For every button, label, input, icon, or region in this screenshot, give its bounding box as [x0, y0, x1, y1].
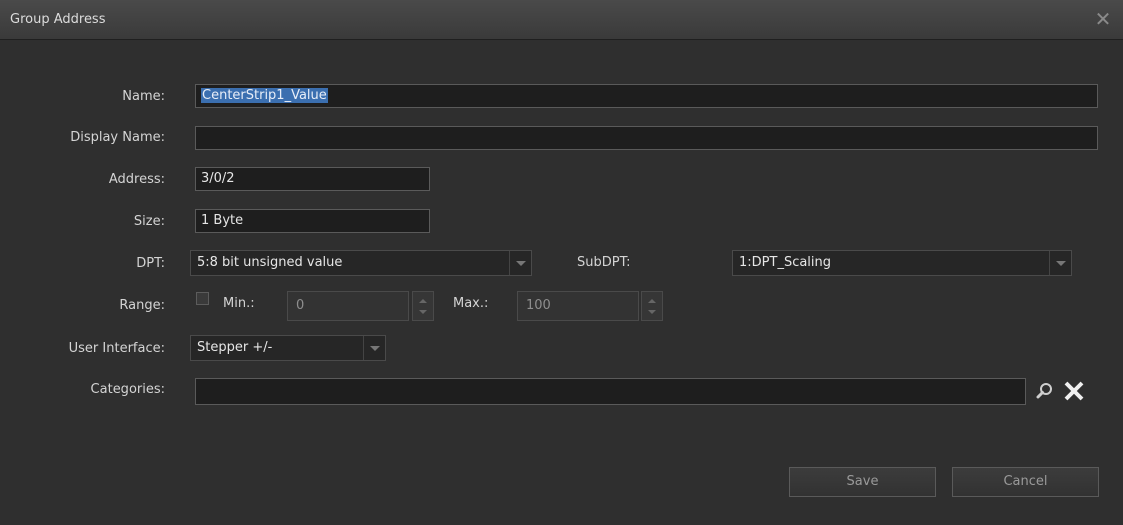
- name-field[interactable]: CenterStrip1_Value: [195, 84, 1098, 108]
- stepper-up-icon[interactable]: [648, 299, 656, 303]
- user-interface-select[interactable]: Stepper +/-: [190, 335, 386, 361]
- subdpt-select[interactable]: 1:DPT_Scaling: [732, 250, 1072, 276]
- categories-field[interactable]: [195, 378, 1026, 405]
- subdpt-label: SubDPT:: [577, 255, 631, 270]
- min-label: Min.:: [223, 296, 255, 311]
- dpt-select[interactable]: 5:8 bit unsigned value: [190, 250, 532, 276]
- dpt-label: DPT:: [136, 256, 165, 271]
- title-bar: Group Address ✕: [0, 0, 1123, 40]
- dpt-value: 5:8 bit unsigned value: [197, 255, 343, 270]
- categories-label: Categories:: [90, 382, 165, 397]
- chevron-down-icon[interactable]: [1049, 251, 1071, 275]
- range-checkbox[interactable]: [196, 292, 209, 305]
- range-label: Range:: [119, 298, 165, 313]
- max-label: Max.:: [453, 296, 489, 311]
- max-stepper[interactable]: [641, 291, 663, 321]
- display-name-label: Display Name:: [70, 130, 165, 145]
- search-icon[interactable]: [1033, 378, 1057, 404]
- clear-icon[interactable]: [1060, 378, 1088, 404]
- cancel-button[interactable]: Cancel: [952, 467, 1099, 497]
- size-field[interactable]: 1 Byte: [195, 209, 430, 233]
- close-icon[interactable]: ✕: [1093, 9, 1113, 29]
- address-field[interactable]: 3/0/2: [195, 167, 430, 191]
- stepper-up-icon[interactable]: [419, 299, 427, 303]
- chevron-down-icon[interactable]: [509, 251, 531, 275]
- name-value: CenterStrip1_Value: [201, 88, 328, 103]
- subdpt-value: 1:DPT_Scaling: [739, 255, 832, 270]
- name-label: Name:: [122, 89, 165, 104]
- address-label: Address:: [108, 172, 165, 187]
- min-stepper[interactable]: [412, 291, 434, 321]
- chevron-down-icon[interactable]: [363, 336, 385, 360]
- user-interface-label: User Interface:: [68, 341, 165, 356]
- max-input[interactable]: 100: [517, 291, 639, 321]
- min-input[interactable]: 0: [287, 291, 409, 321]
- display-name-field[interactable]: [195, 126, 1098, 150]
- user-interface-value: Stepper +/-: [197, 340, 273, 355]
- size-label: Size:: [133, 214, 165, 229]
- save-button[interactable]: Save: [789, 467, 936, 497]
- stepper-down-icon[interactable]: [419, 310, 427, 314]
- dialog-title: Group Address: [10, 12, 106, 27]
- stepper-down-icon[interactable]: [648, 310, 656, 314]
